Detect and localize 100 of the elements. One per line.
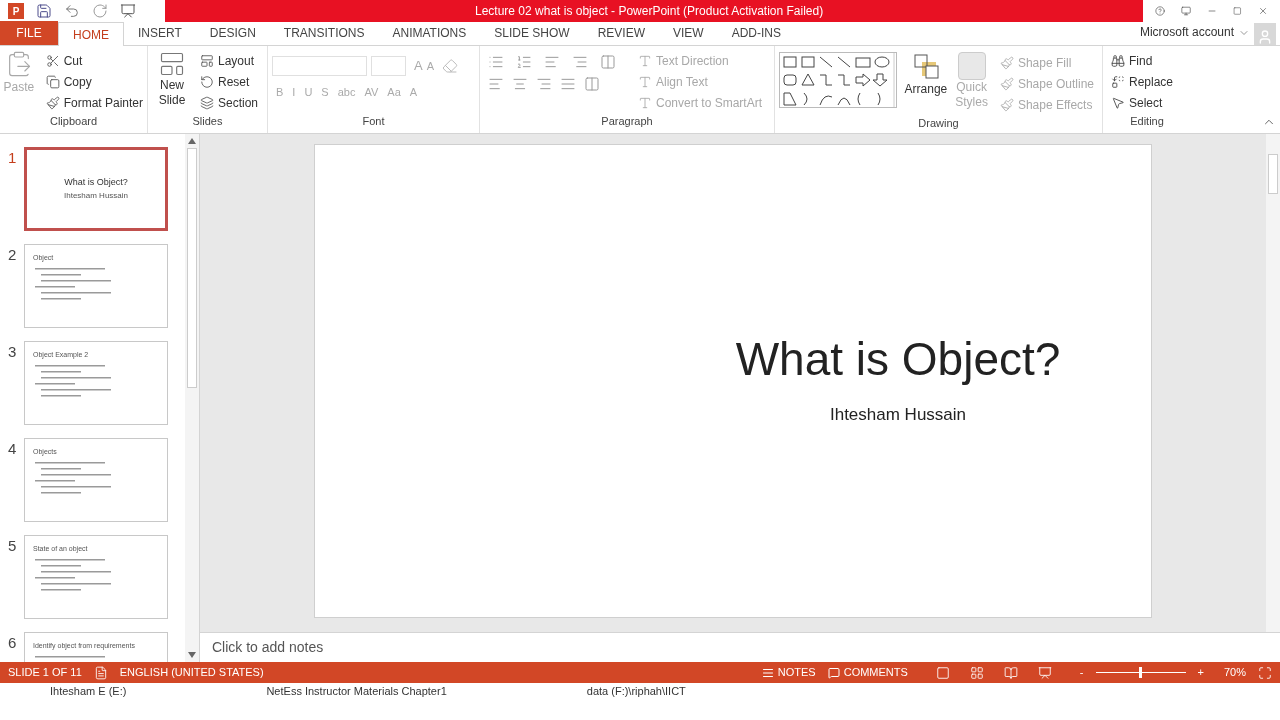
zoom-out-button[interactable]: - <box>1079 664 1084 681</box>
font-name-field[interactable] <box>272 56 367 76</box>
background-window-text: NetEss Instructor Materials Chapter1 <box>266 684 447 699</box>
scrollbar[interactable] <box>185 134 199 662</box>
ribbon-button[interactable]: Copy <box>41 71 147 92</box>
zoom-level[interactable]: 70% <box>1223 664 1246 681</box>
reading-view-icon <box>1003 665 1018 680</box>
ribbon-button[interactable]: Find <box>1107 50 1187 71</box>
arrange-button[interactable]: Arrange <box>904 52 948 115</box>
slide-number: 4 <box>8 439 18 459</box>
group-label: Editing <box>1129 114 1165 129</box>
paintbrush-icon <box>45 95 60 110</box>
restore-icon <box>1233 5 1242 17</box>
ribbon-tab[interactable]: REVIEW <box>583 21 659 45</box>
ribbon-tab[interactable]: DESIGN <box>195 21 270 45</box>
redo-icon <box>92 3 108 19</box>
thumbnail-subtitle: Ihtesham Hussain <box>64 189 128 202</box>
ribbon-tab[interactable]: SLIDE SHOW <box>480 21 584 45</box>
ribbon-button[interactable]: Format Painter <box>41 92 147 113</box>
background-window-text: data (F:)\riphah\IICT <box>586 684 686 699</box>
zoom-in-button[interactable]: + <box>1197 664 1204 681</box>
arrange-icon <box>911 52 940 80</box>
ribbon-button[interactable]: Section <box>196 92 263 113</box>
zoom-slider[interactable] <box>1095 667 1186 678</box>
spellcheck-icon <box>93 665 108 680</box>
slide-number: 2 <box>8 245 18 265</box>
columns-icon <box>584 76 600 92</box>
slide-canvas[interactable]: What is Object? Ihtesham Hussain <box>314 144 1152 618</box>
text-icon <box>637 74 652 89</box>
slide-number: 1 <box>8 148 18 168</box>
text-icon <box>637 95 652 110</box>
shape-format-icon <box>999 97 1014 112</box>
group-label: Drawing <box>917 116 960 131</box>
ribbon-tab[interactable]: INSERT <box>124 21 196 45</box>
shape-format-icon <box>999 76 1014 91</box>
file-tab[interactable]: FILE <box>0 21 58 45</box>
normal-view-icon <box>935 665 950 680</box>
save-icon <box>36 3 52 19</box>
text-icon <box>637 53 652 68</box>
app-logo: P <box>8 3 24 19</box>
new-slide-button[interactable]: New Slide <box>152 50 192 113</box>
slideshow-icon <box>120 3 136 19</box>
align-center-icon <box>512 76 528 92</box>
notes-placeholder[interactable]: Click to add notes <box>212 637 324 658</box>
display-options-icon <box>1181 4 1192 18</box>
undo-icon <box>64 3 80 19</box>
ribbon-button[interactable]: Replace <box>1107 71 1187 92</box>
slide-number: 6 <box>8 633 18 653</box>
binoculars-icon <box>1111 53 1125 68</box>
layout-icon <box>200 53 214 68</box>
help-icon <box>1155 4 1166 18</box>
new-slide-icon <box>158 50 186 78</box>
replace-icon <box>1111 74 1125 89</box>
numbering-icon <box>516 54 532 70</box>
group-label: Paragraph <box>600 114 654 129</box>
ribbon-tab[interactable]: VIEW <box>658 21 718 45</box>
slide-sorter-icon <box>969 665 984 680</box>
notes-icon <box>761 666 774 679</box>
ribbon-tab[interactable]: TRANSITIONS <box>269 21 379 45</box>
slide-number: 5 <box>8 536 18 556</box>
ribbon-button[interactable]: Layout <box>196 50 263 71</box>
shapes-gallery[interactable] <box>779 52 897 108</box>
section-icon <box>200 95 214 110</box>
slideshow-icon <box>1037 665 1052 680</box>
scroll-up-icon[interactable] <box>188 138 196 144</box>
ribbon-button[interactable]: Select <box>1107 92 1187 113</box>
justify-icon <box>560 76 576 92</box>
copy-icon <box>45 74 60 89</box>
slide-subtitle[interactable]: Ihtesham Hussain <box>829 402 967 428</box>
fit-slide-icon <box>1258 665 1272 680</box>
ribbon-button[interactable]: Cut <box>41 50 147 71</box>
font-size-field[interactable] <box>371 56 406 76</box>
decrease-indent-icon <box>544 54 560 70</box>
language-label[interactable]: ENGLISH (UNITED STATES) <box>119 664 264 681</box>
bullets-icon <box>488 54 504 70</box>
background-window-text: Ihtesham E (E:) <box>50 684 127 699</box>
window-title: Lecture 02 what is object - PowerPoint (Product Activation Failed) <box>475 3 824 20</box>
comments-button[interactable]: COMMENTS <box>827 664 908 681</box>
slide-counter: SLIDE 1 OF 11 <box>8 665 82 681</box>
group-label: Clipboard <box>48 114 99 129</box>
ribbon-tab[interactable]: ANIMATIONS <box>378 21 481 45</box>
scroll-down-icon[interactable] <box>188 652 196 658</box>
clear-format-icon <box>442 58 458 74</box>
shape-format-icon <box>999 55 1014 70</box>
notes-button[interactable]: NOTES <box>761 664 816 681</box>
slide-number: 3 <box>8 342 18 362</box>
account-name[interactable]: Microsoft account <box>1139 23 1234 41</box>
slide-thumbnail[interactable]: What is Object? Ihtesham Hussain <box>24 147 168 231</box>
zoom-thumb[interactable] <box>1139 667 1143 678</box>
comment-icon <box>827 666 840 679</box>
scrollbar[interactable] <box>1266 134 1280 632</box>
align-right-icon <box>536 76 552 92</box>
group-label: Font <box>361 113 386 129</box>
pointer-icon <box>1111 95 1125 110</box>
ribbon-tab[interactable]: ADD-INS <box>717 21 795 45</box>
ribbon-button[interactable]: Reset <box>196 71 263 92</box>
increase-indent-icon <box>572 54 588 70</box>
slide-title[interactable]: What is Object? <box>735 325 1061 394</box>
scissors-icon <box>45 53 60 68</box>
ribbon-tab[interactable]: HOME <box>58 22 124 46</box>
